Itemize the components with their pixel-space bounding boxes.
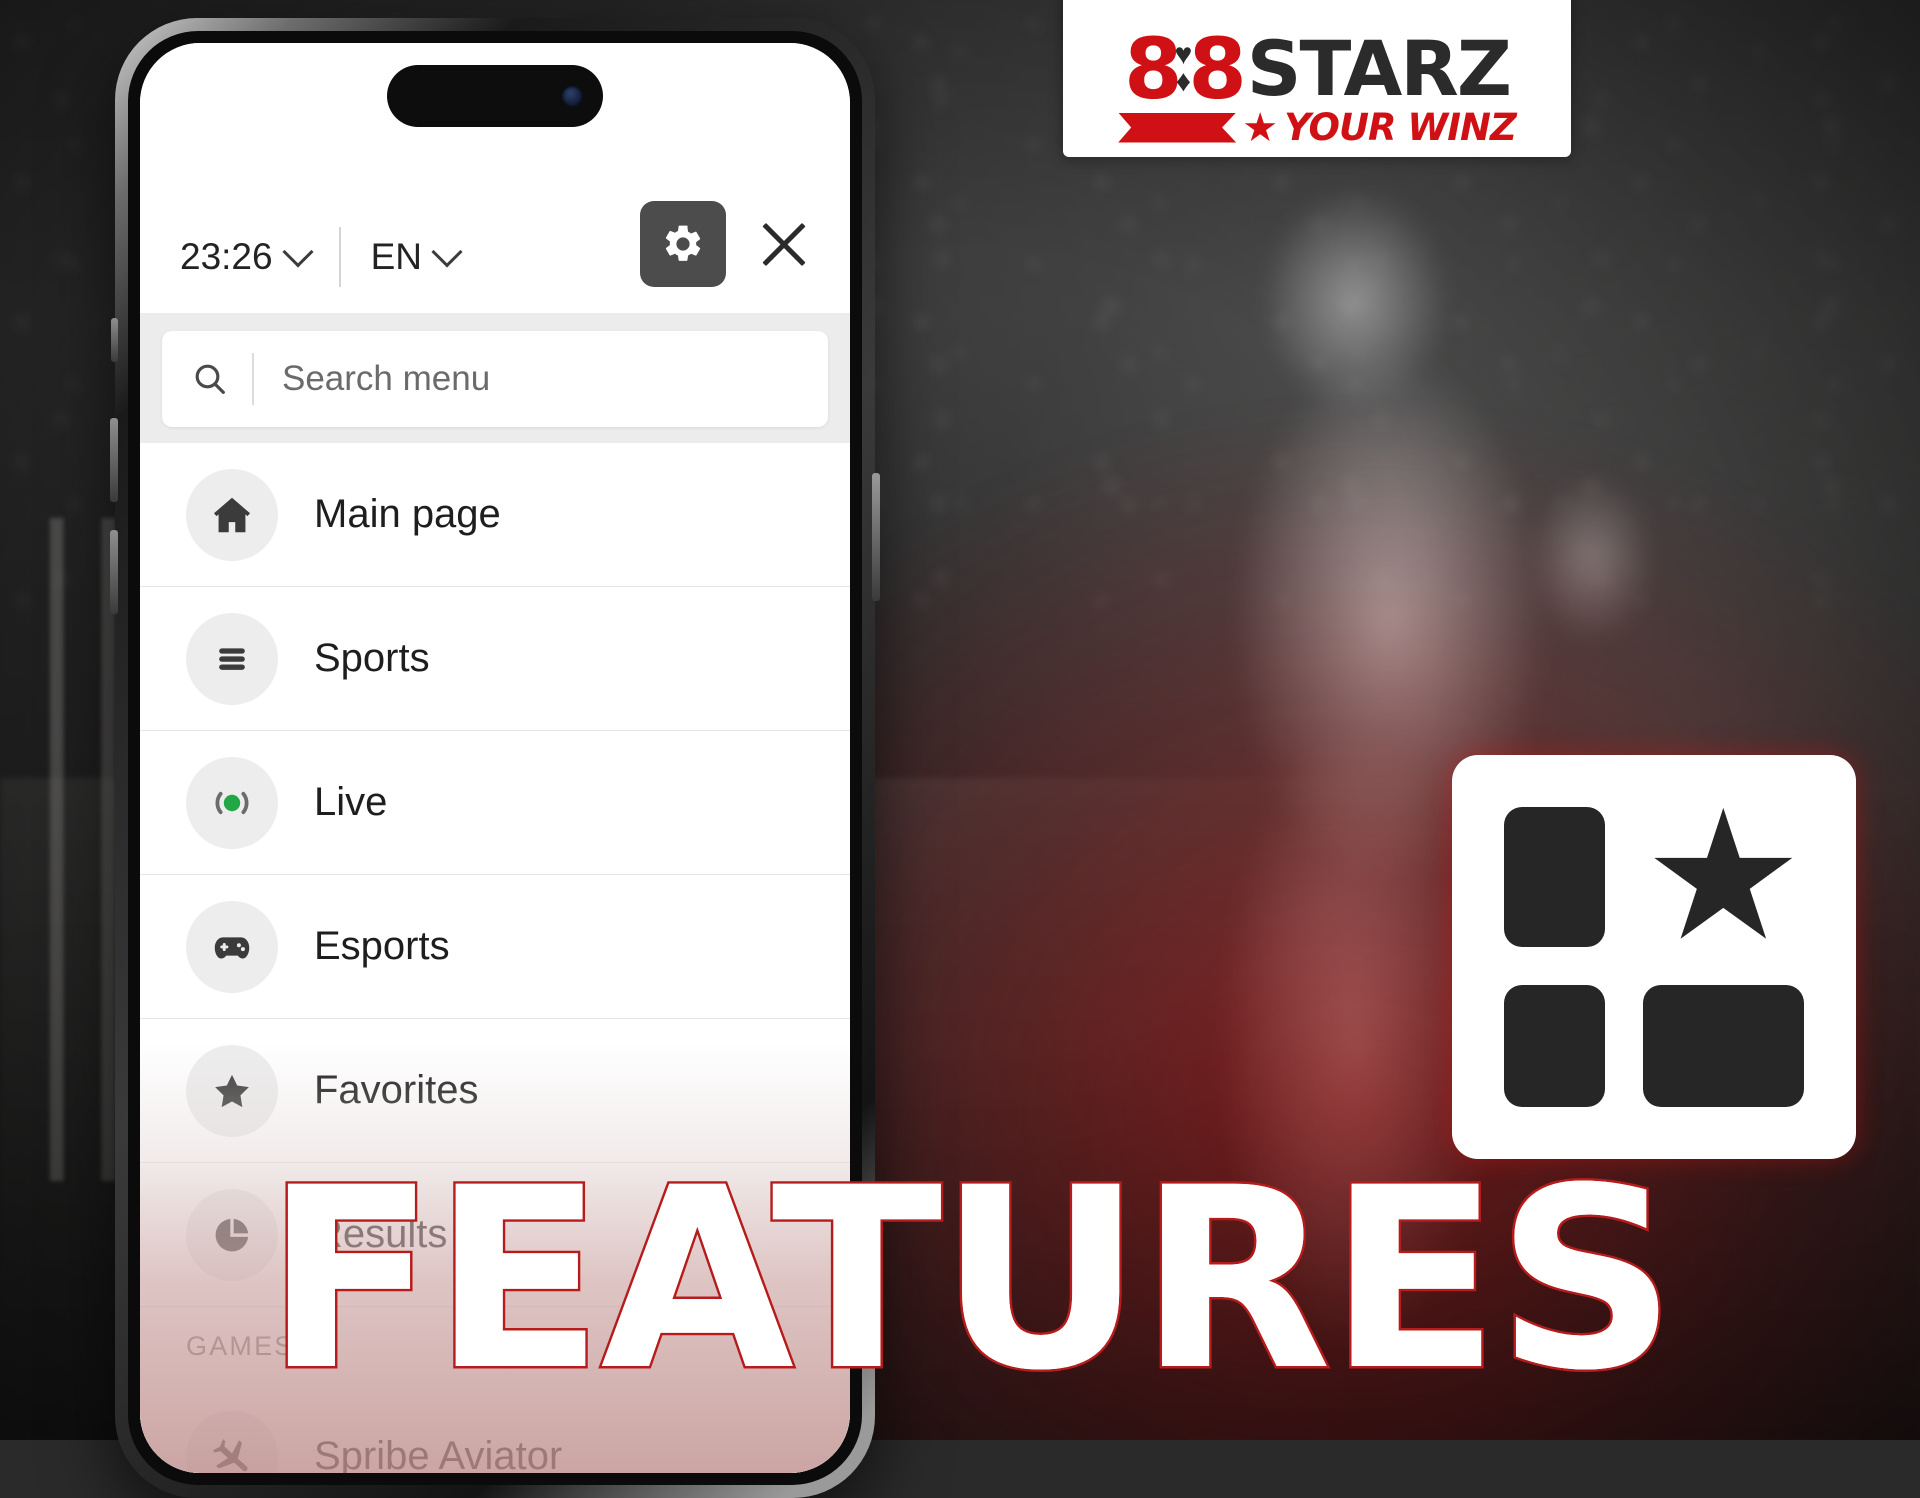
brand-eight-left: 8: [1124, 20, 1182, 118]
header-right-group: [640, 201, 816, 287]
brand-logo-card: 8 ♥ ♦ 8 STARZ ★ YOUR WINZ: [1063, 0, 1571, 157]
chevron-down-icon: [431, 236, 463, 268]
dynamic-island: [387, 65, 603, 127]
gamepad-icon: [186, 900, 278, 993]
page-title: FEATURES: [265, 1134, 1676, 1425]
badge-tile-bottom-right: [1642, 985, 1804, 1107]
chevron-down-icon: [282, 236, 314, 268]
search-icon: [195, 364, 225, 394]
brand-wordmark: 8 ♥ ♦ 8 STARZ: [1124, 20, 1512, 118]
brand-name: STARZ: [1246, 24, 1512, 113]
features-grid-badge: ★: [1452, 755, 1856, 1159]
menu-item-label: Live: [314, 780, 388, 824]
brand-tagline-row: ★ YOUR WINZ: [1118, 105, 1517, 150]
search-input[interactable]: [280, 358, 800, 400]
menu-item-label: Main page: [314, 492, 501, 536]
brand-star-icon: ★: [1242, 105, 1279, 150]
badge-tile-top-left: [1504, 807, 1605, 947]
menu-item-sports[interactable]: Sports: [140, 587, 850, 731]
menu-item-esports[interactable]: Esports: [140, 875, 850, 1019]
front-camera-icon: [562, 85, 583, 107]
close-menu-button[interactable]: [752, 212, 816, 276]
power-button[interactable]: [872, 473, 880, 601]
badge-star-icon: ★: [1642, 776, 1804, 977]
settings-button[interactable]: [640, 201, 726, 287]
hamburger-icon: [186, 612, 278, 705]
clock-dropdown[interactable]: 23:26: [180, 236, 314, 278]
search-box[interactable]: [162, 331, 828, 427]
brand-tagline: YOUR WINZ: [1284, 106, 1517, 149]
volume-up-button[interactable]: [110, 418, 118, 502]
language-dropdown[interactable]: EN: [370, 236, 463, 278]
menu-item-live[interactable]: Live: [140, 731, 850, 875]
home-icon: [186, 468, 278, 561]
menu-item-label: Sports: [314, 636, 430, 680]
brand-eight-right: 8: [1188, 20, 1246, 118]
gear-icon: [665, 225, 701, 261]
badge-tile-bottom-left: [1504, 985, 1605, 1107]
volume-down-button[interactable]: [110, 530, 118, 614]
search-divider: [252, 353, 254, 405]
search-section: [140, 313, 850, 443]
header-left-group: 23:26 EN: [180, 227, 463, 287]
header-divider: [338, 227, 341, 287]
menu-item-main-page[interactable]: Main page: [140, 443, 850, 587]
live-broadcast-icon: [186, 756, 278, 849]
ribbon-shape: [1118, 112, 1237, 143]
language-code: EN: [370, 236, 422, 277]
silent-switch[interactable]: [111, 318, 118, 362]
star-icon: [186, 1044, 278, 1137]
menu-item-label: Esports: [314, 924, 450, 968]
menu-item-label: Favorites: [314, 1068, 479, 1112]
current-time: 23:26: [180, 236, 273, 277]
